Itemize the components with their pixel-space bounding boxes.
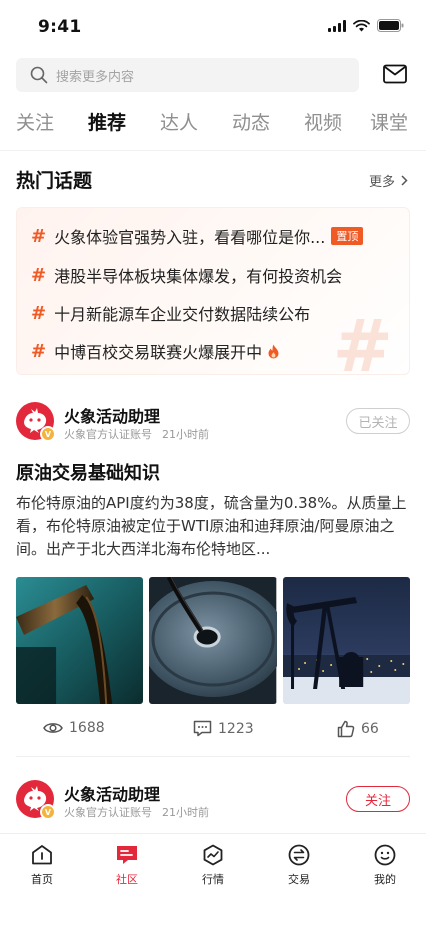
battery-icon (377, 19, 404, 32)
market-icon (203, 844, 223, 866)
verified-badge-icon: V (40, 426, 56, 442)
topic-text: 中博百校交易联赛火爆展开中 (54, 343, 263, 362)
bottom-tab-bar: 首页 社区 行情 交易 我的 (0, 833, 426, 926)
topic-item[interactable]: # 十月新能源车企业交付数据陆续公布 (31, 301, 310, 325)
tab-experts[interactable]: 达人 (160, 108, 198, 135)
like-button[interactable]: 66 (337, 720, 379, 738)
author-name[interactable]: 火象活动助理 (64, 781, 160, 805)
topic-text: 火象体验官强势入驻，看看哪位是你... (54, 228, 326, 247)
search-placeholder: 搜索更多内容 (56, 70, 135, 85)
tab-classroom[interactable]: 课堂 (370, 108, 408, 135)
author-name[interactable]: 火象活动助理 (64, 403, 160, 427)
topic-item[interactable]: # 港股半导体板块集体爆发，有何投资机会 (31, 263, 342, 287)
home-icon (32, 845, 52, 865)
followed-button[interactable]: 已关注 (346, 408, 410, 434)
comment-icon (193, 720, 212, 737)
views-count: 1688 (69, 720, 105, 736)
signal-icon (328, 19, 346, 32)
search-icon (30, 66, 48, 84)
topic-hash-icon: # (31, 264, 47, 286)
status-icons (328, 19, 404, 32)
thumbs-up-icon (337, 720, 355, 738)
avatar[interactable]: V (16, 780, 56, 820)
follow-button[interactable]: 关注 (346, 786, 410, 812)
mail-icon[interactable] (383, 64, 407, 84)
profile-icon (374, 844, 396, 866)
views-stat: 1688 (43, 720, 105, 736)
verified-badge-icon: V (40, 804, 56, 820)
verified-label: 火象官方认证账号 (64, 428, 152, 441)
likes-count: 66 (361, 721, 379, 737)
hot-topics-card: # # 火象体验官强势入驻，看看哪位是你... 置顶 # 港股半导体板块集体爆发… (16, 207, 410, 375)
author-meta: 火象官方认证账号 21小时前 (64, 804, 209, 820)
tabbar-item-community[interactable]: 社区 (97, 844, 157, 887)
tabbar-item-trade[interactable]: 交易 (269, 844, 329, 887)
status-bar: 9:41 (0, 0, 426, 54)
tabbar-label: 社区 (116, 873, 138, 886)
tabbar-label: 交易 (288, 873, 310, 886)
hot-topics-title: 热门话题 (16, 170, 93, 192)
category-tabs: 关注 推荐 达人 动态 视频 课堂 (16, 108, 416, 142)
topic-item[interactable]: # 中博百校交易联赛火爆展开中 (31, 339, 280, 363)
tabbar-label: 首页 (31, 873, 53, 886)
comments-count: 1223 (218, 720, 254, 737)
tab-moments[interactable]: 动态 (232, 108, 270, 135)
eye-icon (43, 723, 63, 733)
community-icon (117, 846, 137, 864)
tabbar-item-market[interactable]: 行情 (183, 844, 243, 887)
post-time: 21小时前 (162, 806, 209, 819)
topic-hash-icon: # (31, 302, 47, 324)
tabbar-item-profile[interactable]: 我的 (355, 844, 415, 887)
hot-topics-more-link[interactable]: 更多 (369, 171, 408, 190)
tabbar-label: 我的 (374, 873, 396, 886)
post-divider (16, 756, 410, 757)
more-label: 更多 (368, 175, 395, 190)
topic-hash-icon: # (31, 225, 47, 247)
topic-text: 十月新能源车企业交付数据陆续公布 (54, 305, 311, 324)
wifi-icon (353, 19, 370, 31)
tabbar-label: 行情 (202, 873, 224, 886)
fire-icon (268, 344, 279, 358)
trade-icon (288, 844, 310, 866)
tab-recommend[interactable]: 推荐 (88, 108, 126, 135)
search-row: 搜索更多内容 (16, 58, 410, 92)
author-meta: 火象官方认证账号 21小时前 (64, 426, 209, 442)
chevron-right-icon (401, 175, 408, 186)
topic-text: 港股半导体板块集体爆发，有何投资机会 (54, 267, 343, 286)
topic-item[interactable]: # 火象体验官强势入驻，看看哪位是你... 置顶 (31, 224, 364, 248)
avatar[interactable]: V (16, 402, 56, 442)
oil-barrel-photo[interactable] (149, 577, 277, 704)
post-photos (16, 577, 410, 704)
tabs-divider (0, 150, 426, 151)
post-title[interactable]: 原油交易基础知识 (16, 459, 160, 485)
oil-pouring-photo[interactable] (16, 577, 144, 704)
search-input[interactable]: 搜索更多内容 (16, 58, 359, 92)
comment-button[interactable]: 1223 (193, 720, 254, 737)
tab-video[interactable]: 视频 (304, 108, 342, 135)
oil-pumpjack-photo[interactable] (282, 577, 410, 704)
verified-label: 火象官方认证账号 (64, 806, 152, 819)
tab-follow[interactable]: 关注 (16, 108, 54, 135)
post-body[interactable]: 布伦特原油的API度约为38度，硫含量为0.38%。从质量上看，布伦特原油被定位… (16, 492, 410, 561)
pinned-badge: 置顶 (331, 227, 364, 245)
status-time: 9:41 (38, 17, 82, 37)
topic-hash-icon: # (31, 340, 47, 362)
post-actions: 1688 1223 66 (0, 720, 426, 744)
post-time: 21小时前 (162, 428, 209, 441)
hash-watermark-icon: # (332, 304, 393, 375)
tabbar-item-home[interactable]: 首页 (12, 844, 72, 887)
